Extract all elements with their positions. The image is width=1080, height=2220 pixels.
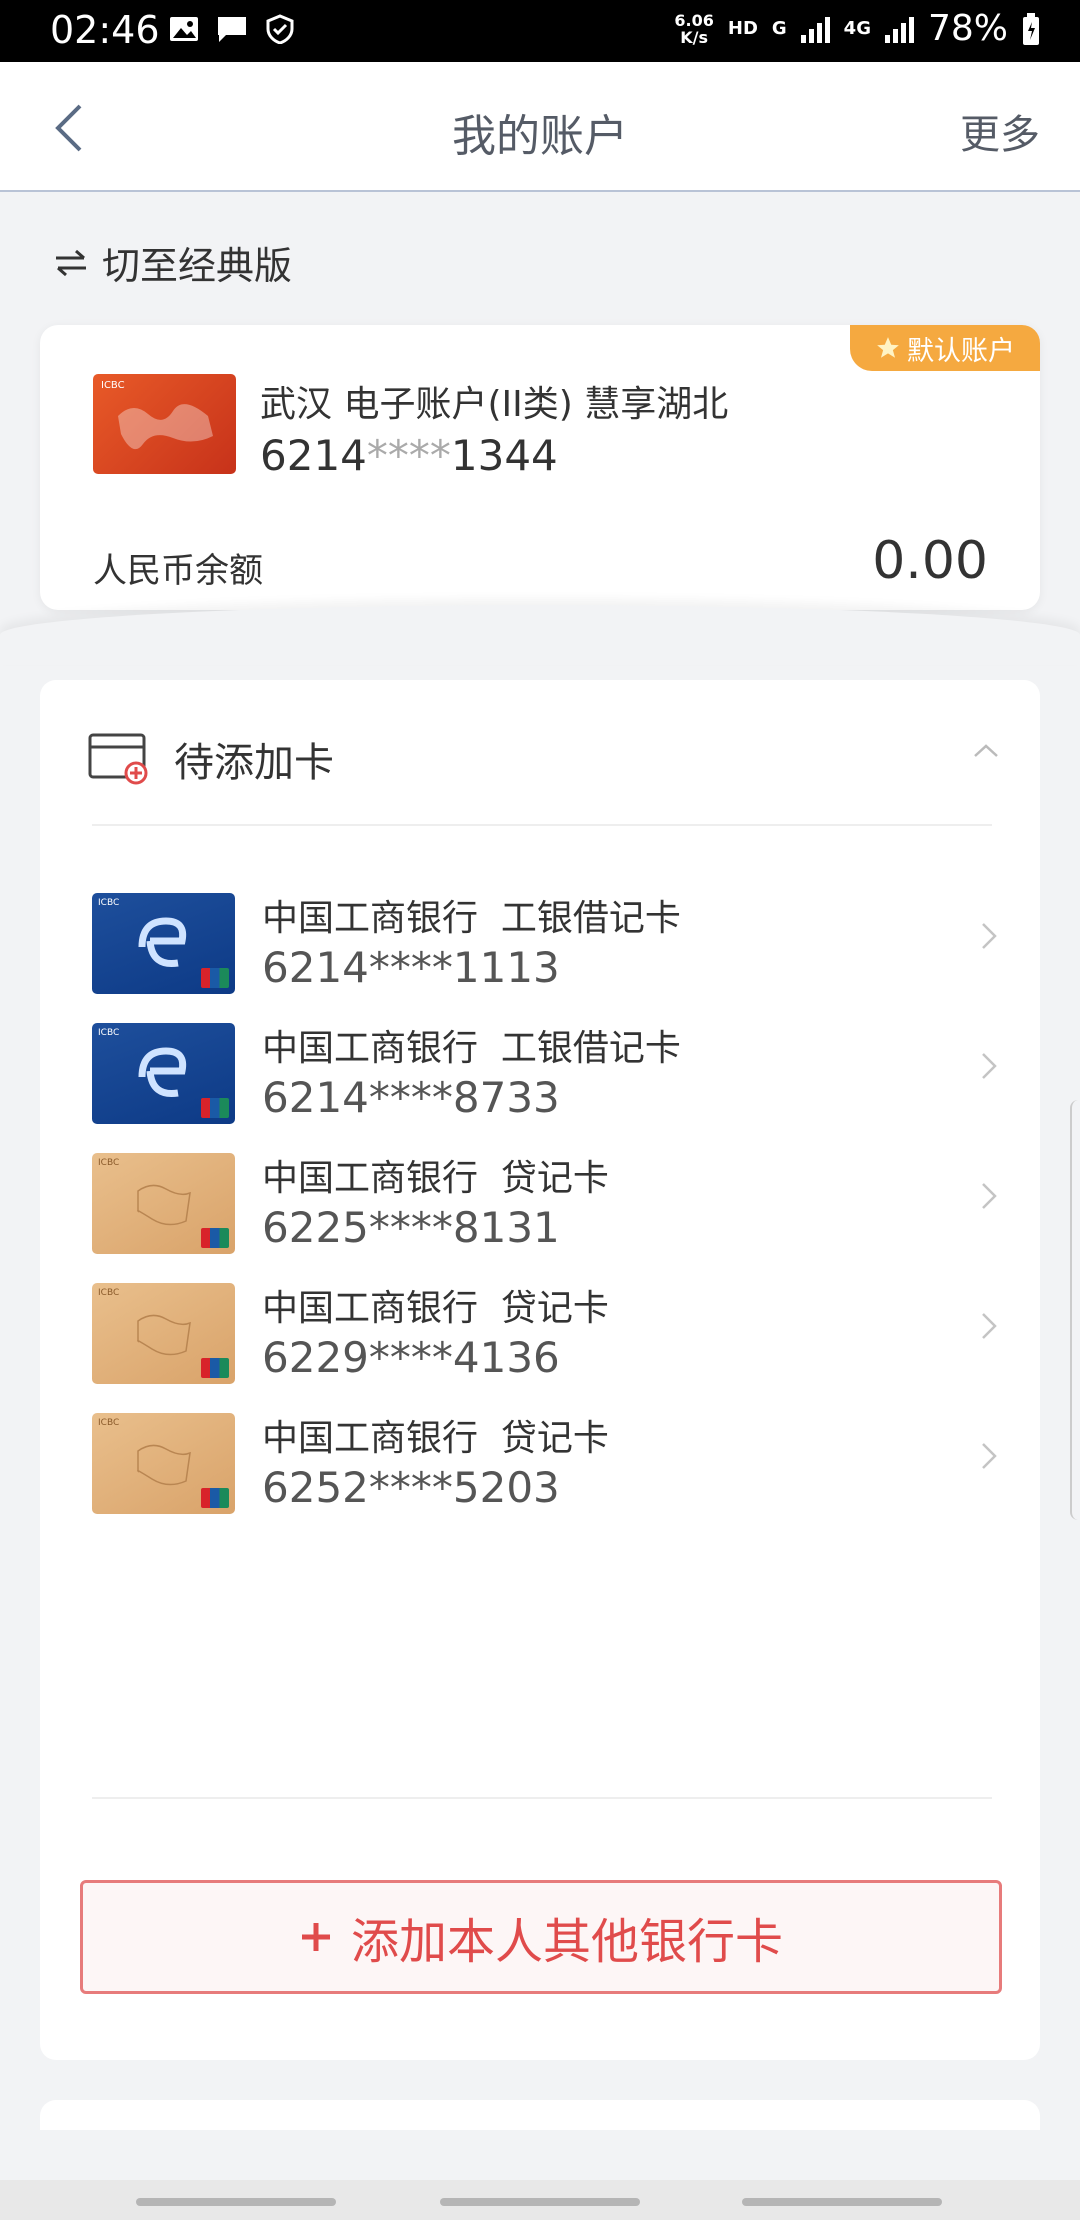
divider — [92, 824, 992, 826]
default-account-badge: 默认账户 — [850, 325, 1040, 371]
divider — [92, 1797, 992, 1799]
chevron-up-icon[interactable] — [972, 742, 1000, 758]
card-bank: 中国工商银行 工银借记卡 — [262, 898, 681, 939]
icbc-logo: ICBC — [101, 380, 125, 391]
card-row[interactable]: ICBC 中国工商银行 贷记卡 6229****4136 — [40, 1265, 1040, 1395]
network-type-1: G — [771, 18, 787, 39]
chevron-right-icon — [982, 923, 997, 949]
page-title: 我的账户 — [452, 111, 628, 162]
speed-unit: K/s — [680, 27, 709, 47]
unionpay-icon — [201, 1098, 229, 1118]
app-header: 我的账户 更多 — [0, 62, 1080, 192]
pending-cards-title: 待添加卡 — [174, 740, 334, 786]
card-number: 6214****8733 — [262, 1073, 560, 1122]
account-number-prefix: 6214 — [260, 431, 367, 480]
account-number-suffix: 1344 — [450, 431, 558, 480]
unionpay-icon — [201, 1358, 229, 1378]
unionpay-icon — [201, 1488, 229, 1508]
map-graphic — [137, 1314, 191, 1356]
battery-percent: 78% — [927, 8, 1008, 49]
unionpay-icon — [201, 968, 229, 988]
default-account-card[interactable]: 默认账户 ICBC 武汉 电子账户(II类) 慧享湖北 6214****1344… — [40, 325, 1040, 610]
add-card-icon — [88, 733, 148, 785]
status-right: 6.06 K/s HD G 4G 78% — [674, 8, 1040, 49]
account-name: 武汉 电子账户(II类) 慧享湖北 — [260, 384, 729, 425]
nav-gesture-left[interactable] — [136, 2198, 336, 2206]
card-number: 6229****4136 — [262, 1333, 560, 1382]
network-type-2: 4G — [843, 18, 871, 39]
unionpay-icon — [201, 1228, 229, 1248]
card-row[interactable]: ICBC 中国工商银行 贷记卡 6225****8131 — [40, 1135, 1040, 1265]
card-fold-divider — [0, 605, 1080, 665]
next-section-edge — [40, 2100, 1040, 2130]
icbc-logo: ICBC — [98, 1288, 120, 1298]
balance-amount: 0.00 — [872, 531, 988, 591]
card-bank: 中国工商银行 工银借记卡 — [262, 1028, 681, 1069]
star-icon — [877, 337, 899, 358]
world-map-graphic — [118, 404, 213, 450]
account-number: 6214****1344 — [260, 431, 558, 480]
credit-card-image: ICBC — [92, 1413, 235, 1514]
icbc-logo: ICBC — [98, 898, 120, 908]
speed-value: 6.06 — [674, 10, 714, 30]
account-number-mask: **** — [366, 431, 451, 480]
debit-card-image: ICBC — [92, 1023, 235, 1124]
card-row[interactable]: ICBC 中国工商银行 工银借记卡 6214****1113 — [40, 875, 1040, 1005]
message-icon — [216, 14, 248, 44]
default-badge-label: 默认账户 — [907, 335, 1015, 367]
card-row[interactable]: ICBC 中国工商银行 贷记卡 6252****5203 — [40, 1395, 1040, 1525]
pending-cards-panel: 待添加卡 ICBC 中国工商银行 工银借记卡 6214****1113 ICBC… — [40, 680, 1040, 2060]
card-bank: 中国工商银行 贷记卡 — [262, 1158, 609, 1199]
card-number: 6252****5203 — [262, 1463, 560, 1512]
nav-gesture-right[interactable] — [742, 2198, 942, 2206]
chevron-right-icon — [982, 1443, 997, 1469]
credit-card-image: ICBC — [92, 1283, 235, 1384]
gallery-icon — [168, 14, 200, 44]
map-graphic — [137, 1444, 191, 1486]
pending-cards-header[interactable]: 待添加卡 — [88, 730, 334, 788]
card-row[interactable]: ICBC 中国工商银行 工银借记卡 6214****8733 — [40, 1005, 1040, 1135]
chevron-right-icon — [982, 1313, 997, 1339]
gesture-nav-bar — [0, 2180, 1080, 2220]
network-speed: 6.06 K/s — [674, 12, 713, 46]
e-logo-icon — [138, 917, 187, 968]
signal-icon — [800, 15, 830, 43]
scroll-handle[interactable] — [1070, 1100, 1080, 1520]
card-number: 6225****8131 — [262, 1203, 560, 1252]
plus-icon — [301, 1923, 330, 1951]
switch-classic-button[interactable]: 切至经典版 — [54, 235, 292, 290]
balance-label: 人民币余额 — [93, 551, 263, 591]
credit-card-image: ICBC — [92, 1153, 235, 1254]
chevron-right-icon — [982, 1053, 997, 1079]
icbc-logo: ICBC — [98, 1028, 120, 1038]
more-button[interactable]: 更多 — [960, 102, 1040, 160]
e-logo-icon — [138, 1047, 187, 1098]
switch-label: 切至经典版 — [102, 244, 293, 288]
card-bank: 中国工商银行 贷记卡 — [262, 1288, 609, 1329]
debit-card-image: ICBC — [92, 893, 235, 994]
add-bank-card-label: 添加本人其他银行卡 — [350, 1914, 783, 1970]
status-bar: 02:46 6.06 K/s HD G 4G 78% — [0, 0, 1080, 62]
signal-icon-2 — [884, 15, 914, 43]
battery-icon — [1023, 12, 1039, 45]
notification-icons — [168, 14, 296, 45]
card-bank: 中国工商银行 贷记卡 — [262, 1418, 609, 1459]
icbc-logo: ICBC — [98, 1158, 120, 1168]
add-bank-card-button[interactable]: 添加本人其他银行卡 — [80, 1880, 1002, 1994]
card-number: 6214****1113 — [262, 943, 560, 992]
map-graphic — [137, 1184, 191, 1226]
status-time: 02:46 — [50, 8, 160, 52]
hd-indicator: HD — [727, 18, 758, 39]
card-image-red: ICBC — [93, 374, 236, 474]
chevron-right-icon — [982, 1183, 997, 1209]
shield-icon — [264, 14, 296, 45]
swap-icon — [56, 249, 86, 276]
nav-gesture-home[interactable] — [440, 2198, 640, 2206]
icbc-logo: ICBC — [98, 1418, 120, 1428]
